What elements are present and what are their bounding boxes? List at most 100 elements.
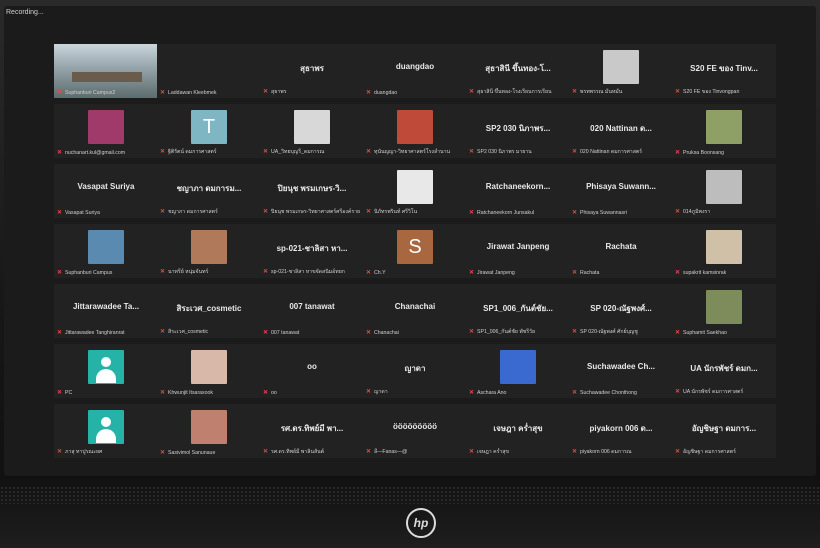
participant-tile[interactable]: Vasapat Suriya ✕ Vasapat Suriya [54,164,158,218]
participant-tile[interactable]: SP2 030 นิภาพร... ✕ SP2 030 นิภาพร มายาน [466,104,570,158]
meeting-screen: Recording... ✕ Suphanburi Campus2 ✕ Laddawa… [4,6,816,476]
mic-muted-icon: ✕ [160,149,166,155]
mic-muted-icon: ✕ [263,330,269,336]
participant-tile[interactable]: สุธาสินี ขึ้นทอง-โ... ✕ สุธาสินี ขึ้นทอง-โ… [466,44,570,98]
mic-muted-icon: ✕ [160,269,166,275]
participant-label: ✕ SP2 030 นิภาพร มายาน [469,148,568,156]
participant-tile[interactable]: ✕ Suphanburi Campus2 [54,44,158,98]
participant-tile[interactable]: เจษฎา คร่ำสุข ✕ เจษฎา คร่ำสุข [466,404,570,458]
participant-grid: ✕ Suphanburi Campus2 ✕ Laddawan Kleebmek สุธ… [54,44,776,464]
mic-muted-icon: ✕ [57,270,63,276]
participant-photo [706,170,742,204]
participant-label: ✕ SP1_006_กันต์ชัย พัชรีวัย [469,328,568,336]
participant-label: ✕ สุธาพร [263,88,362,96]
participant-tile[interactable]: ปิยนุช พรมเกษร-วิ... ✕ ปิยนุช พรมเกษร-วิทย… [260,164,364,218]
participant-tile[interactable]: ✕ Suphanburi Campus [54,224,158,278]
participant-tile[interactable]: oo ✕ oo [260,344,364,398]
participant-tile[interactable]: ✕ Khwunjit Itsarasook [157,344,261,398]
participant-label: ✕ ลี—Fanas—@ [366,448,465,456]
participant-tile[interactable]: sp-021-ชาลิสา หา... ✕ sp-021-ชาลิสา หาขจัด… [260,224,364,278]
participant-tile[interactable]: 020 Nattinan ด... ✕ 020 Nattinan ดมการศาสต… [569,104,673,158]
mic-muted-icon: ✕ [675,150,681,156]
participant-tile[interactable]: Chanachai ✕ Chanachai [363,284,467,338]
participant-tile[interactable]: ✕ UA_วิทยบุญรี_ดมการณ [260,104,364,158]
participant-name: พรทพรรณ มั่นหมั่น [580,89,623,95]
participant-label: ✕ Suphanburi Campus2 [57,89,156,96]
participant-label: ✕ sp-021-ชาลิสา หาขจัดสนิมอ์ทยก [263,268,362,276]
participant-label: ✕ Phisaya Suwannasri [572,209,671,216]
participant-name: Suphanburi Campus2 [65,90,116,96]
participant-name: Suphanburi Campus [65,270,113,276]
participant-tile[interactable]: ญาดา ✕ ญาดา [363,344,467,398]
mic-muted-icon: ✕ [57,210,63,216]
participant-tile[interactable]: Ratchaneekorn... ✕ Ratchaneekorn Junsakul [466,164,570,218]
participant-name: SP 020-ณัฐพงศ์ ศักย์บุญชู [580,329,638,335]
participant-tile[interactable]: S ✕ Ch.Y [363,224,467,278]
participant-display-name: S20 FE ของ Tinv... [690,64,758,73]
participant-tile[interactable]: duangdao ✕ duangdao [363,44,467,98]
participant-tile[interactable]: ✕ นาทรีย์ หนุ่มจันทร์ [157,224,261,278]
participant-tile[interactable]: ✕ ทุนันญญา-วิทยาศาสตร์โรงลำนาน [363,104,467,158]
participant-tile[interactable]: ✕ พรทพรรณ มั่นหมั่น [569,44,673,98]
participant-tile[interactable]: ✕ PC [54,344,158,398]
participant-name: สิระเวศ_cosmetic [168,329,209,335]
participant-tile[interactable]: UA นักรพัชร์ ดมก... ✕ UA นักรพัชร์ ดมการศา… [672,344,776,398]
participant-label: ✕ รศ.ดร.ทิพย์มี พาลินสันต์ [263,448,362,456]
participant-tile[interactable]: รศ.ดร.ทิพย์มี พา... ✕ รศ.ดร.ทิพย์มี พาลินส… [260,404,364,458]
participant-tile[interactable]: ✕ Laddawan Kleebmek [157,44,261,98]
mic-muted-icon: ✕ [675,209,681,215]
participant-label: ✕ UA_วิทยบุญรี_ดมการณ [263,148,362,156]
mic-muted-icon: ✕ [160,90,166,96]
mic-muted-icon: ✕ [263,390,269,396]
participant-tile[interactable]: ชญาภา ดมการม... ✕ ชญาภา ดมการศาสตร์ [157,164,261,218]
mic-muted-icon: ✕ [469,89,475,95]
participant-name: ลี—Fanas—@ [374,449,408,455]
participant-tile[interactable]: T ✕ ฐิติรัตน์ ดมการศาสตร์ [157,104,261,158]
participant-label: ✕ duangdao [366,89,465,96]
participant-label: ✕ Sasivimol Sanunaue [160,449,259,456]
participant-tile[interactable]: Suchawadee Ch... ✕ Suchawadee Chonthong [569,344,673,398]
participant-name: รศ.ดร.ทิพย์มี พาลินสันต์ [271,449,325,455]
mic-muted-icon: ✕ [263,269,269,275]
participant-display-name: piyakorn 006 ด... [589,424,653,433]
participant-tile[interactable]: ✕ นิภัทรพรินท์ ศรีวิโน [363,164,467,218]
participant-tile[interactable]: อัญชิษฐา ดมการ... ✕ อัญชิษฐา ดมการศาสตร์ [672,404,776,458]
participant-display-name: 007 tanawat [289,302,335,311]
participant-tile[interactable]: สิระเวศ_cosmetic ✕ สิระเวศ_cosmetic [157,284,261,338]
participant-tile[interactable]: ✕ ภาสุ ทาปูรณะยศ [54,404,158,458]
participant-label: ✕ ปิยนุช พรมเกษร-วิทยาศาสตร์ศรีองค์ราย [263,208,362,216]
participant-tile[interactable]: Jirawat Janpeng ✕ Jirawat Janpeng [466,224,570,278]
participant-tile[interactable]: piyakorn 006 ด... ✕ piyakorn 006 ดมการณ [569,404,673,458]
participant-tile[interactable]: SP1_006_กันต์ชัย... ✕ SP1_006_กันต์ชัย พัช… [466,284,570,338]
speaker-grille [0,486,820,504]
participant-tile[interactable]: ööööööööö ✕ ลี—Fanas—@ [363,404,467,458]
participant-label: ✕ Jittarawadee Tanghiranrat [57,329,156,336]
participant-tile[interactable]: ✕ 014ภูมิพงรา [672,164,776,218]
participant-photo [397,170,433,204]
participant-name: PC [65,390,73,396]
participant-tile[interactable]: Jittarawadee Ta... ✕ Jittarawadee Tanghira… [54,284,158,338]
participant-tile[interactable]: SP 020-ณัฐพงศ์... ✕ SP 020-ณัฐพงศ์ ศักย์บุ… [569,284,673,338]
participant-tile[interactable]: ✕ nuchanart.kul@gmail.com [54,104,158,158]
participant-display-name: Phisaya Suwann... [586,182,656,191]
participant-label: ✕ Suphanburi Campus [57,269,156,276]
participant-name: นาทรีย์ หนุ่มจันทร์ [168,269,209,275]
participant-tile[interactable]: ✕ Aschara Ano [466,344,570,398]
participant-label: ✕ Chanachai [366,329,465,336]
participant-label: ✕ Suphamit Saekhao [675,329,774,336]
participant-tile[interactable]: S20 FE ของ Tinv... ✕ S20 FE ของ Tinvongpan [672,44,776,98]
participant-tile[interactable]: สุธาพร ✕ สุธาพร [260,44,364,98]
participant-tile[interactable]: Phisaya Suwann... ✕ Phisaya Suwannasri [569,164,673,218]
participant-tile[interactable]: ✕ Suphamit Saekhao [672,284,776,338]
participant-tile[interactable]: ✕ Pruksa Boonsang [672,104,776,158]
participant-initial-avatar: S [397,230,433,264]
participant-tile[interactable]: ✕ supakrit kamsinrak [672,224,776,278]
participant-tile[interactable]: 007 tanawat ✕ 007 tanawat [260,284,364,338]
participant-display-name: Vasapat Suriya [77,182,135,191]
participant-label: ✕ นาทรีย์ หนุ่มจันทร์ [160,268,259,276]
participant-photo [191,410,227,444]
participant-label: ✕ Khwunjit Itsarasook [160,389,259,396]
participant-tile[interactable]: ✕ Sasivimol Sanunaue [157,404,261,458]
participant-photo [706,230,742,264]
participant-tile[interactable]: Rachata ✕ Rachata [569,224,673,278]
